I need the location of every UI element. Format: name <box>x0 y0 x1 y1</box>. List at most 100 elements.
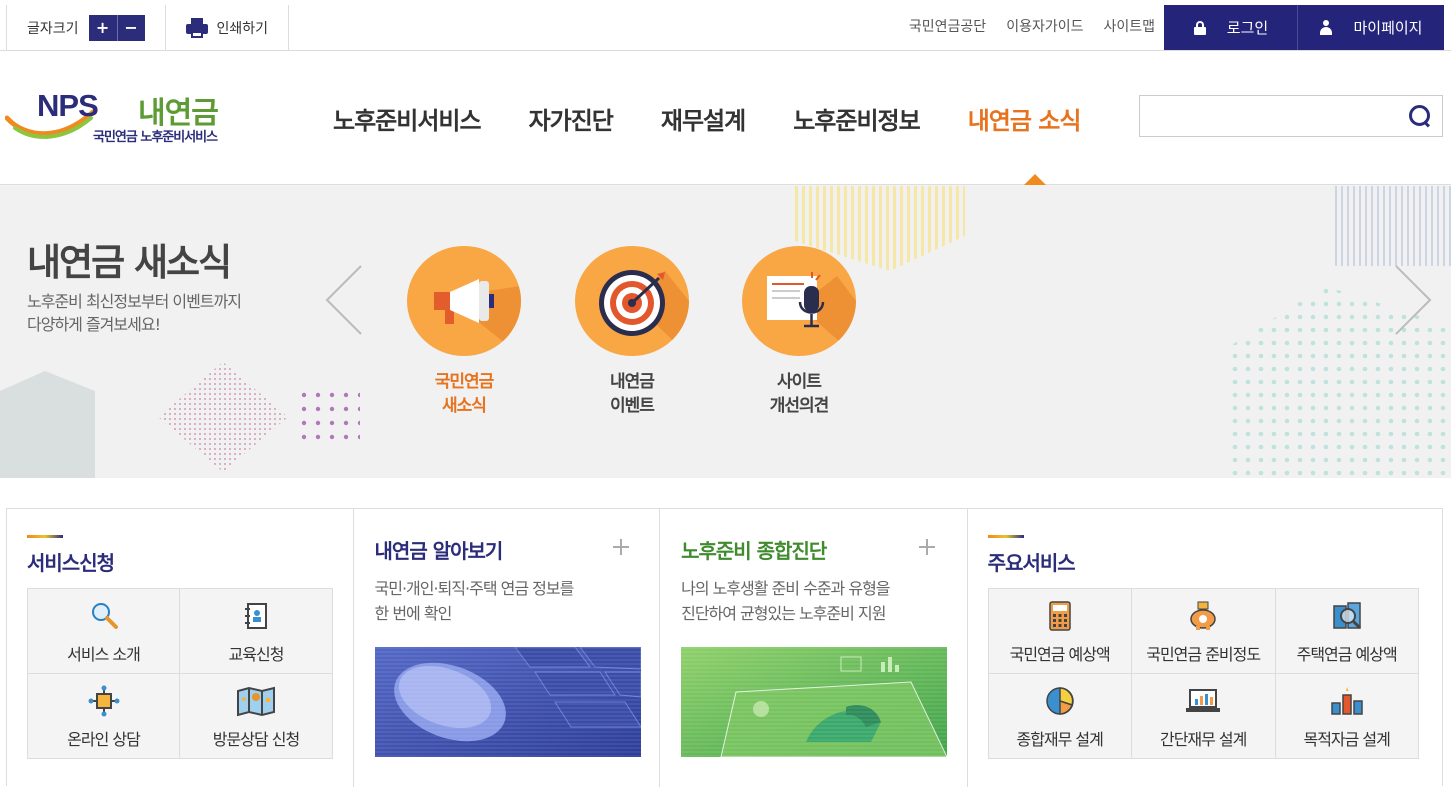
news-label-line-1: 국민연금 <box>434 372 495 392</box>
bar-chart-icon <box>1330 687 1363 715</box>
font-size-label: 글자크기 <box>27 20 79 37</box>
nav-pension-news[interactable]: 내연금 소식 <box>968 101 1082 136</box>
logo-nps-text: NPS <box>37 88 99 123</box>
utility-bar: 글자크기 + − 인쇄하기 국민연금공단 이용자가이드 사이트맵 로그인 마이페… <box>0 0 1451 51</box>
accent-line <box>987 535 1024 538</box>
stripe-decoration-right <box>1335 186 1451 266</box>
laptop-chart-icon <box>1186 689 1221 712</box>
font-size-control: 글자크기 + − <box>7 5 166 50</box>
pension-estimate-item[interactable]: 국민연금 예상액 <box>988 589 1132 674</box>
main-service-grid: 국민연금 예상액 국민연금 준비정도 주택연금 예상액 종합재무 설계 간단재무… <box>987 588 1419 759</box>
dot-grid-decoration <box>300 391 360 446</box>
link-nps[interactable]: 국민연금공단 <box>909 16 986 36</box>
cell-label: 서비스 소개 <box>67 645 141 664</box>
news-circle <box>407 246 521 356</box>
logo-sub-text: 국민연금 노후준비서비스 <box>93 130 218 145</box>
user-icon <box>1319 20 1333 35</box>
panel-title: 서비스신청 <box>27 551 115 575</box>
service-intro-item[interactable]: 서비스 소개 <box>28 589 180 674</box>
utility-left: 글자크기 + − 인쇄하기 <box>6 5 290 50</box>
microphone-icon <box>767 272 856 356</box>
print-label: 인쇄하기 <box>216 20 269 37</box>
service-grid: 서비스 소개 교육신청 온라인 상담 방문상담 신청 <box>27 588 333 759</box>
next-arrow-icon[interactable] <box>1392 264 1432 336</box>
nav-financial-planning[interactable]: 재무설계 <box>661 101 746 136</box>
panel-main-services: 주요서비스 국민연금 예상액 국민연금 준비정도 주택연금 예상액 종합재무 설… <box>968 509 1442 787</box>
news-circle <box>742 246 856 356</box>
news-item-pension-news[interactable]: 국민연금 새소식 <box>407 246 521 418</box>
education-apply-item[interactable]: 교육신청 <box>180 589 333 674</box>
panel-diagnosis[interactable]: 노후준비 종합진단 나의 노후생활 준비 수준과 유형을 진단하여 균형있는 노… <box>660 509 968 787</box>
news-label: 내연금 이벤트 <box>575 370 689 418</box>
cell-label: 간단재무 설계 <box>1159 730 1247 749</box>
megaphone-icon <box>434 279 521 356</box>
news-item-site-feedback[interactable]: 사이트 개선의견 <box>742 246 856 418</box>
printer-icon <box>185 17 208 38</box>
news-label-line-2: 개선의견 <box>769 396 830 416</box>
nav-retirement-service[interactable]: 노후준비서비스 <box>333 101 482 136</box>
simple-financial-plan-item[interactable]: 간단재무 설계 <box>1131 674 1276 759</box>
green-chart-image <box>681 647 948 757</box>
cell-label: 온라인 상담 <box>67 730 141 749</box>
housing-pension-item[interactable]: 주택연금 예상액 <box>1275 589 1419 674</box>
banner-title: 내연금 새소식 <box>27 241 232 284</box>
panel-service-apply: 서비스신청 서비스 소개 교육신청 온라인 상담 방문상담 신청 <box>7 509 354 787</box>
news-item-event[interactable]: 내연금 이벤트 <box>575 246 689 418</box>
banner-description: 노후준비 최신정보부터 이벤트까지 다양하게 즐겨보세요! <box>27 290 242 336</box>
news-label-line-2: 이벤트 <box>610 396 655 416</box>
link-sitemap[interactable]: 사이트맵 <box>1103 16 1155 36</box>
pie-chart-icon <box>1045 687 1074 715</box>
nav-retirement-info[interactable]: 노후준비정보 <box>793 101 920 136</box>
cell-label: 방문상담 신청 <box>212 730 300 749</box>
panel-title: 내연금 알아보기 <box>374 539 504 563</box>
purpose-fund-plan-item[interactable]: 목적자금 설계 <box>1275 674 1419 759</box>
panel-desc-line-2: 한 번에 확인 <box>374 604 453 623</box>
news-label-line-1: 내연금 <box>610 372 655 392</box>
font-size-buttons: + − <box>88 14 145 41</box>
visit-consult-item[interactable]: 방문상담 신청 <box>180 674 333 759</box>
lock-icon <box>1193 20 1207 35</box>
hexagon-decoration <box>0 371 95 478</box>
total-financial-plan-item[interactable]: 종합재무 설계 <box>988 674 1132 759</box>
computer-mouse-image <box>374 647 641 757</box>
login-button[interactable]: 로그인 <box>1164 5 1297 50</box>
search-input[interactable] <box>1140 96 1400 136</box>
plus-icon[interactable] <box>612 539 629 555</box>
panel-pension-info[interactable]: 내연금 알아보기 국민·개인·퇴직·주택 연금 정보를 한 번에 확인 <box>354 509 661 787</box>
chart-photo <box>681 647 948 757</box>
building-search-icon <box>1332 602 1361 630</box>
search-box <box>1139 95 1443 137</box>
font-increase-button[interactable]: + <box>88 14 117 41</box>
search-icon[interactable] <box>1409 105 1431 127</box>
pension-readiness-item[interactable]: 국민연금 준비정도 <box>1131 589 1276 674</box>
font-decrease-button[interactable]: − <box>116 14 145 41</box>
mypage-button[interactable]: 마이페이지 <box>1297 5 1444 50</box>
plus-icon[interactable] <box>919 539 936 555</box>
banner-desc-line-1: 노후준비 최신정보부터 이벤트까지 <box>27 292 242 311</box>
target-icon <box>599 270 689 356</box>
news-circle <box>575 246 689 356</box>
mouse-photo <box>374 647 641 757</box>
panel-desc-line-2: 진단하여 균형있는 노후준비 지원 <box>681 604 886 623</box>
panel-desc-line-1: 국민·개인·퇴직·주택 연금 정보를 <box>374 579 575 598</box>
print-button[interactable]: 인쇄하기 <box>166 5 290 50</box>
notebook-icon <box>245 603 267 629</box>
site-logo[interactable]: NPS 내연금 국민연금 노후준비서비스 <box>5 88 235 145</box>
nav-self-diagnosis[interactable]: 자가진단 <box>529 101 614 136</box>
network-icon <box>88 685 119 717</box>
news-label: 사이트 개선의견 <box>742 370 856 418</box>
online-consult-item[interactable]: 온라인 상담 <box>28 674 180 759</box>
prev-arrow-icon[interactable] <box>325 264 365 336</box>
panel-desc-line-1: 나의 노후생활 준비 수준과 유형을 <box>681 579 890 598</box>
cell-label: 종합재무 설계 <box>1016 730 1103 749</box>
account-buttons: 로그인 마이페이지 <box>1164 5 1444 50</box>
login-label: 로그인 <box>1226 19 1269 37</box>
news-label: 국민연금 새소식 <box>407 370 521 418</box>
main-navigation: 노후준비서비스 자가진단 재무설계 노후준비정보 내연금 소식 <box>333 51 1082 185</box>
link-user-guide[interactable]: 이용자가이드 <box>1006 16 1083 36</box>
active-nav-indicator <box>1024 174 1046 185</box>
map-icon <box>237 686 275 717</box>
cell-label: 주택연금 예상액 <box>1296 645 1398 664</box>
panel-title: 노후준비 종합진단 <box>681 539 827 563</box>
cell-label: 교육신청 <box>228 645 285 664</box>
